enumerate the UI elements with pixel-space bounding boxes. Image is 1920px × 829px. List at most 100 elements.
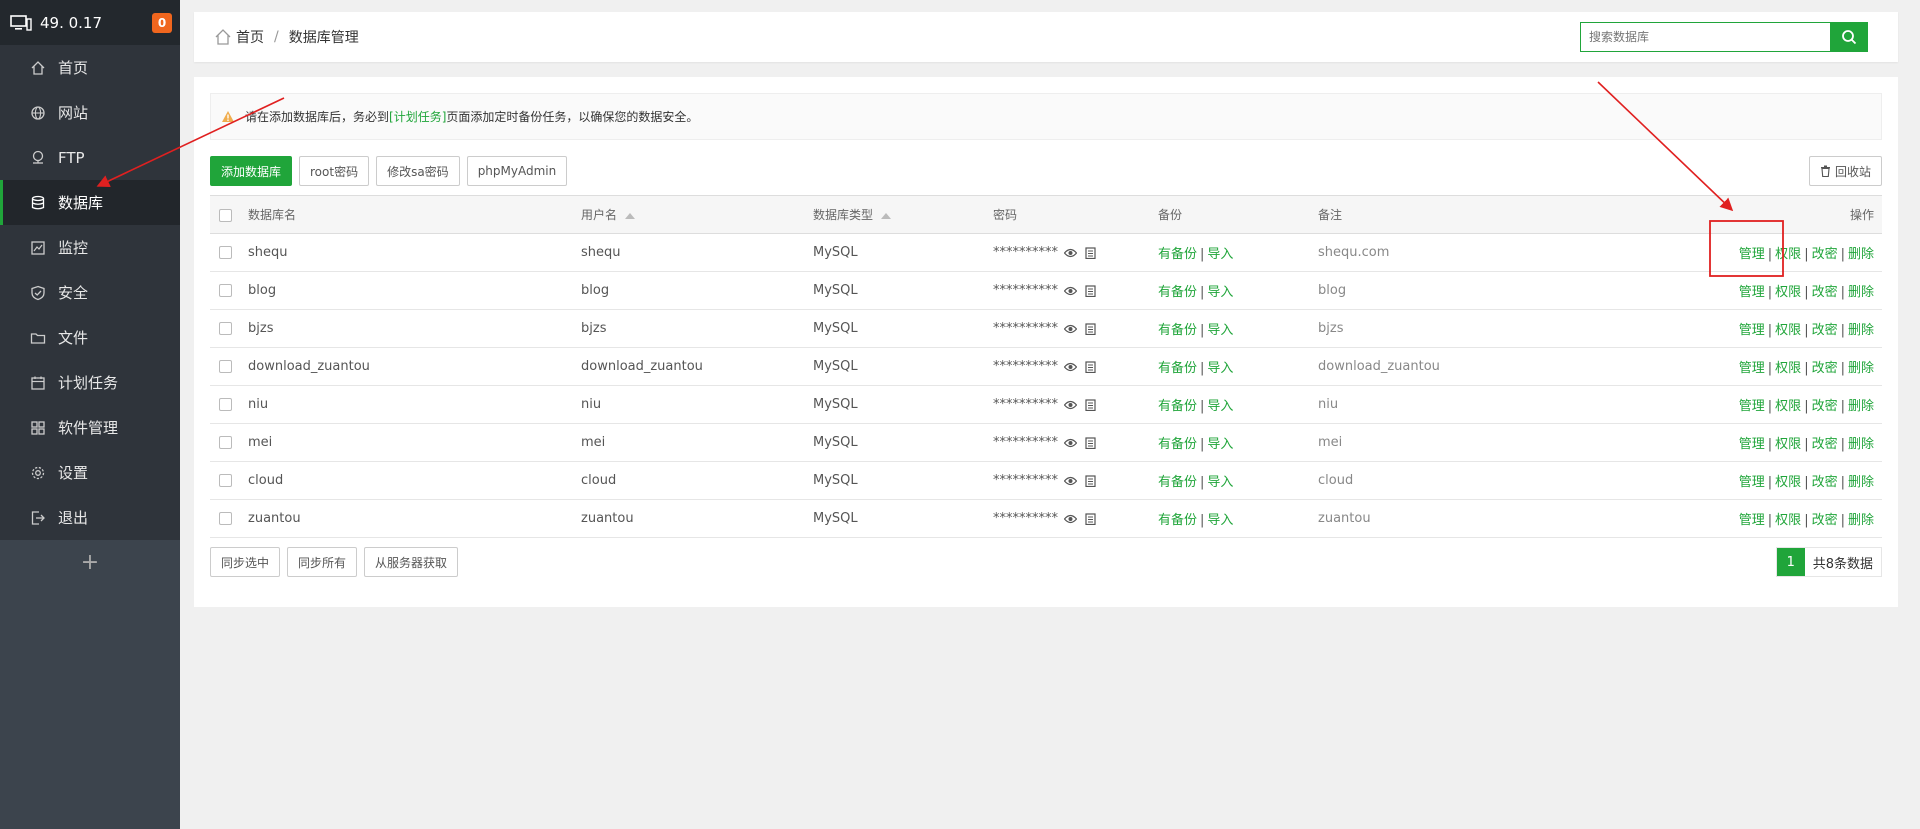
sync-all-button[interactable]: 同步所有 bbox=[287, 547, 358, 577]
delete-link[interactable]: 删除 bbox=[1848, 399, 1874, 414]
change-password-link[interactable]: 改密 bbox=[1812, 323, 1838, 338]
backup-link[interactable]: 有备份 bbox=[1158, 323, 1197, 338]
import-link[interactable]: 导入 bbox=[1207, 513, 1233, 528]
backup-link[interactable]: 有备份 bbox=[1158, 285, 1197, 300]
eye-icon[interactable] bbox=[1064, 362, 1077, 372]
permission-link[interactable]: 权限 bbox=[1775, 361, 1801, 376]
import-link[interactable]: 导入 bbox=[1207, 437, 1233, 452]
copy-icon[interactable] bbox=[1085, 284, 1096, 297]
sidebar-item-database[interactable]: 数据库 bbox=[0, 180, 180, 225]
change-password-link[interactable]: 改密 bbox=[1812, 475, 1838, 490]
sa-password-button[interactable]: 修改sa密码 bbox=[376, 156, 460, 186]
sidebar-item-folder[interactable]: 文件 bbox=[0, 315, 180, 360]
row-checkbox[interactable] bbox=[219, 436, 232, 449]
row-checkbox[interactable] bbox=[219, 512, 232, 525]
phpmyadmin-button[interactable]: phpMyAdmin bbox=[466, 156, 568, 186]
change-password-link[interactable]: 改密 bbox=[1812, 399, 1838, 414]
import-link[interactable]: 导入 bbox=[1207, 285, 1233, 300]
row-checkbox[interactable] bbox=[219, 360, 232, 373]
db-remark[interactable]: download_zuantou bbox=[1310, 347, 1610, 386]
sidebar-item-gear[interactable]: 设置 bbox=[0, 450, 180, 495]
import-link[interactable]: 导入 bbox=[1207, 475, 1233, 490]
cron-task-link[interactable]: [计划任务] bbox=[389, 108, 446, 125]
db-remark[interactable]: bjzs bbox=[1310, 309, 1610, 348]
eye-icon[interactable] bbox=[1064, 476, 1077, 486]
copy-icon[interactable] bbox=[1085, 322, 1096, 335]
delete-link[interactable]: 删除 bbox=[1848, 247, 1874, 262]
breadcrumb-home[interactable]: 首页 bbox=[236, 27, 264, 47]
select-all-checkbox[interactable] bbox=[219, 208, 232, 222]
sync-selected-button[interactable]: 同步选中 bbox=[210, 547, 281, 577]
backup-link[interactable]: 有备份 bbox=[1158, 437, 1197, 452]
row-checkbox[interactable] bbox=[219, 284, 232, 297]
manage-link[interactable]: 管理 bbox=[1739, 437, 1765, 452]
permission-link[interactable]: 权限 bbox=[1775, 323, 1801, 338]
delete-link[interactable]: 删除 bbox=[1848, 437, 1874, 452]
add-menu-button[interactable]: + bbox=[0, 540, 180, 585]
backup-link[interactable]: 有备份 bbox=[1158, 247, 1197, 262]
sidebar-item-logout[interactable]: 退出 bbox=[0, 495, 180, 540]
search-button[interactable] bbox=[1830, 22, 1868, 52]
message-badge[interactable]: 0 bbox=[152, 12, 172, 33]
db-remark[interactable]: zuantou bbox=[1310, 499, 1610, 538]
manage-link[interactable]: 管理 bbox=[1739, 361, 1765, 376]
change-password-link[interactable]: 改密 bbox=[1812, 437, 1838, 452]
eye-icon[interactable] bbox=[1064, 248, 1077, 258]
db-remark[interactable]: blog bbox=[1310, 271, 1610, 310]
db-remark[interactable]: shequ.com bbox=[1310, 233, 1610, 272]
eye-icon[interactable] bbox=[1064, 438, 1077, 448]
manage-link[interactable]: 管理 bbox=[1739, 399, 1765, 414]
copy-icon[interactable] bbox=[1085, 436, 1096, 449]
change-password-link[interactable]: 改密 bbox=[1812, 361, 1838, 376]
row-checkbox[interactable] bbox=[219, 322, 232, 335]
root-password-button[interactable]: root密码 bbox=[299, 156, 370, 186]
change-password-link[interactable]: 改密 bbox=[1812, 247, 1838, 262]
manage-link[interactable]: 管理 bbox=[1739, 475, 1765, 490]
copy-icon[interactable] bbox=[1085, 398, 1096, 411]
permission-link[interactable]: 权限 bbox=[1775, 399, 1801, 414]
permission-link[interactable]: 权限 bbox=[1775, 247, 1801, 262]
import-link[interactable]: 导入 bbox=[1207, 399, 1233, 414]
import-link[interactable]: 导入 bbox=[1207, 247, 1233, 262]
permission-link[interactable]: 权限 bbox=[1775, 285, 1801, 300]
row-checkbox[interactable] bbox=[219, 398, 232, 411]
copy-icon[interactable] bbox=[1085, 246, 1096, 259]
change-password-link[interactable]: 改密 bbox=[1812, 285, 1838, 300]
manage-link[interactable]: 管理 bbox=[1739, 247, 1765, 262]
delete-link[interactable]: 删除 bbox=[1848, 285, 1874, 300]
eye-icon[interactable] bbox=[1064, 514, 1077, 524]
sidebar-item-ftp[interactable]: FTP bbox=[0, 135, 180, 180]
permission-link[interactable]: 权限 bbox=[1775, 475, 1801, 490]
row-checkbox[interactable] bbox=[219, 474, 232, 487]
col-user[interactable]: 用户名 bbox=[573, 195, 805, 234]
delete-link[interactable]: 删除 bbox=[1848, 361, 1874, 376]
eye-icon[interactable] bbox=[1064, 286, 1077, 296]
db-remark[interactable]: cloud bbox=[1310, 461, 1610, 500]
fetch-from-server-button[interactable]: 从服务器获取 bbox=[364, 547, 459, 577]
manage-link[interactable]: 管理 bbox=[1739, 513, 1765, 528]
page-current[interactable]: 1 bbox=[1776, 548, 1805, 576]
manage-link[interactable]: 管理 bbox=[1739, 285, 1765, 300]
copy-icon[interactable] bbox=[1085, 360, 1096, 373]
copy-icon[interactable] bbox=[1085, 474, 1096, 487]
import-link[interactable]: 导入 bbox=[1207, 361, 1233, 376]
db-remark[interactable]: niu bbox=[1310, 385, 1610, 424]
eye-icon[interactable] bbox=[1064, 324, 1077, 334]
backup-link[interactable]: 有备份 bbox=[1158, 513, 1197, 528]
manage-link[interactable]: 管理 bbox=[1739, 323, 1765, 338]
delete-link[interactable]: 删除 bbox=[1848, 323, 1874, 338]
sidebar-item-globe[interactable]: 网站 bbox=[0, 90, 180, 135]
search-input[interactable] bbox=[1580, 22, 1830, 52]
add-database-button[interactable]: 添加数据库 bbox=[210, 156, 293, 186]
copy-icon[interactable] bbox=[1085, 512, 1096, 525]
backup-link[interactable]: 有备份 bbox=[1158, 475, 1197, 490]
row-checkbox[interactable] bbox=[219, 246, 232, 259]
eye-icon[interactable] bbox=[1064, 400, 1077, 410]
sidebar-item-monitor[interactable]: 监控 bbox=[0, 225, 180, 270]
backup-link[interactable]: 有备份 bbox=[1158, 361, 1197, 376]
sidebar-item-calendar[interactable]: 计划任务 bbox=[0, 360, 180, 405]
delete-link[interactable]: 删除 bbox=[1848, 475, 1874, 490]
sidebar-item-home[interactable]: 首页 bbox=[0, 45, 180, 90]
sidebar-item-apps[interactable]: 软件管理 bbox=[0, 405, 180, 450]
db-remark[interactable]: mei bbox=[1310, 423, 1610, 462]
